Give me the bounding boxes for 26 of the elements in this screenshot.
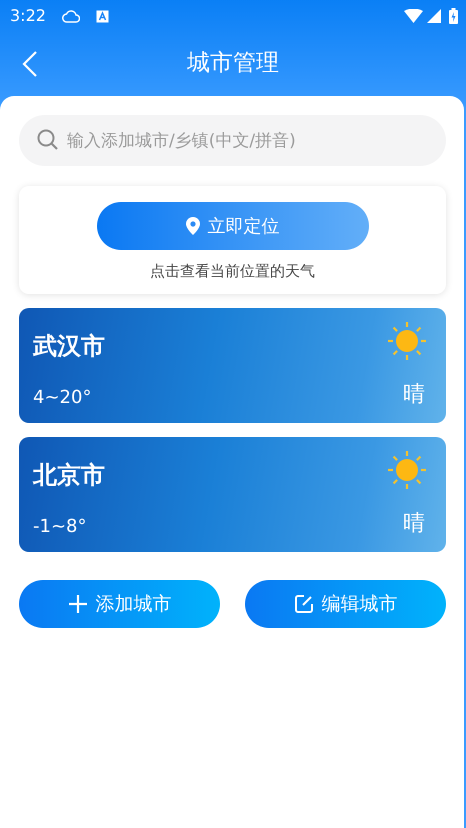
location-pin-icon xyxy=(186,217,200,235)
signal-icon xyxy=(427,9,441,23)
weather-condition: 晴 xyxy=(403,381,425,409)
sun-icon xyxy=(386,449,428,491)
location-hint: 点击查看当前位置的天气 xyxy=(150,262,315,280)
plus-icon xyxy=(68,594,88,614)
temperature-range: -1~8° xyxy=(33,515,88,539)
page-title: 城市管理 xyxy=(187,50,279,78)
cloud-icon xyxy=(62,10,80,22)
weather-condition: 晴 xyxy=(403,510,425,538)
temperature-range: 4~20° xyxy=(33,386,92,410)
status-time: 3:22 xyxy=(10,5,46,27)
locate-button[interactable]: 立即定位 xyxy=(96,202,368,250)
city-card[interactable]: 武汉市 4~20° 晴 xyxy=(19,308,446,423)
wifi-icon xyxy=(404,9,423,23)
city-card[interactable]: 北京市 -1~8° 晴 xyxy=(19,437,446,552)
back-button[interactable] xyxy=(22,50,38,78)
edit-icon xyxy=(294,594,314,614)
city-name: 北京市 xyxy=(33,460,105,491)
search-field[interactable]: 输入添加城市/乡镇(中文/拼音) xyxy=(19,115,446,166)
sun-icon xyxy=(386,320,428,362)
edit-cities-button[interactable]: 编辑城市 xyxy=(245,580,446,628)
city-name: 武汉市 xyxy=(33,331,105,362)
battery-icon xyxy=(449,8,458,24)
notification-icon xyxy=(96,10,109,22)
add-city-button[interactable]: 添加城市 xyxy=(19,580,220,628)
